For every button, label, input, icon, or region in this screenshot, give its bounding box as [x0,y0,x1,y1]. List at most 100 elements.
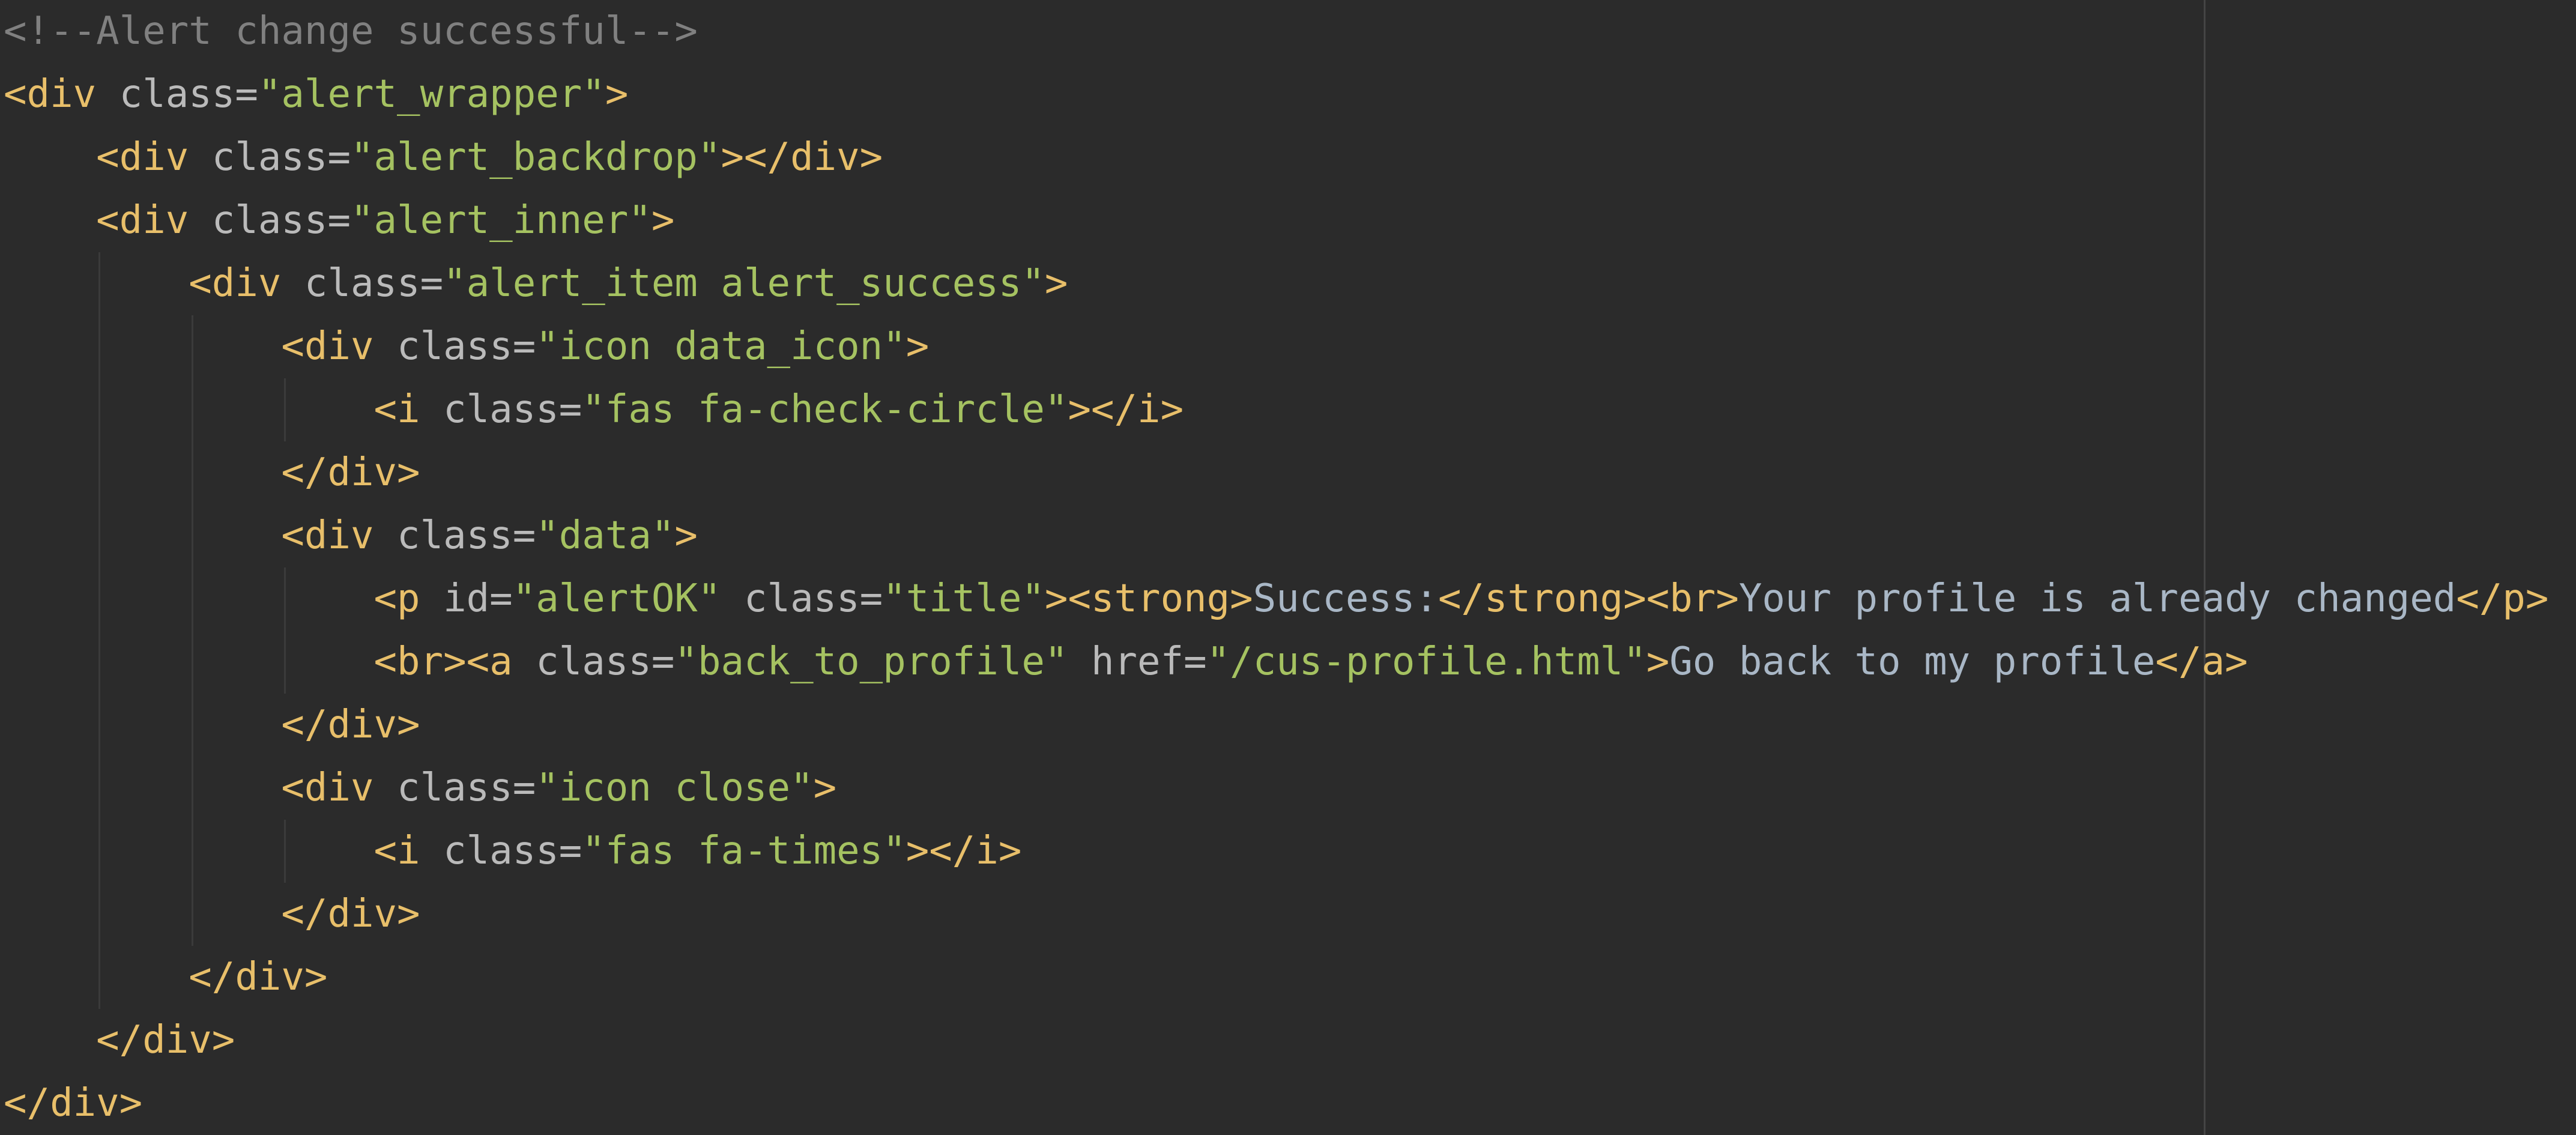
indent-guide [191,757,193,820]
code-token: "data" [536,513,675,558]
indent-guide [191,441,193,504]
code-token: class [397,513,513,558]
code-line[interactable]: <div class="alert_wrapper"> [4,63,2548,126]
code-token: </a> [2155,640,2248,684]
code-token: id [443,577,490,621]
code-token: class [536,640,652,684]
code-token: <i [373,829,420,873]
code-token: "alert_inner" [350,198,652,243]
code-token: class [443,829,559,873]
code-token: " [1206,640,1230,684]
code-token: Success: [1253,577,1438,621]
indent-guide [191,504,193,568]
code-editor[interactable]: <!--Alert change successful--> <div class… [0,0,2576,1135]
indent-guide [191,883,193,946]
code-line[interactable]: </div> [4,883,2548,946]
code-token: <i [373,387,420,432]
code-token: class [443,387,559,432]
code-line[interactable]: </div> [4,441,2548,504]
indent-guide [98,441,101,504]
code-line[interactable]: <i class="fas fa-times"></i> [4,820,2548,883]
code-token: "icon data_icon" [536,324,906,369]
code-token: <div [96,135,189,180]
code-token: = [512,324,536,369]
code-line[interactable]: <div class="icon close"> [4,757,2548,820]
code-token: <div [96,198,189,243]
indent-guide [98,378,101,441]
indent-guide [98,504,101,568]
code-token: class [211,135,328,180]
code-line[interactable]: <div class="icon data_icon"> [4,315,2548,378]
code-line[interactable]: <br><a class="back_to_profile" href="/cu… [4,631,2548,694]
code-line[interactable]: <div class="data"> [4,504,2548,568]
code-token: "title" [883,577,1045,621]
code-token: "alert_item alert_success" [443,261,1045,306]
code-token: = [512,766,536,810]
code-token: </div> [96,1018,235,1062]
code-token: /cus-profile.html [1230,640,1624,684]
code-token: <div [281,513,374,558]
indent-guide [98,694,101,757]
code-token: = [1184,640,1207,684]
code-token: > [674,513,698,558]
code-line[interactable]: <!--Alert change successful--> [4,0,2548,63]
code-line[interactable]: </div> [4,1009,2548,1072]
code-line[interactable]: </div> [4,694,2548,757]
code-line[interactable]: </div> [4,1072,2548,1135]
indent-guide [98,946,101,1009]
code-token: </div> [281,892,420,936]
code-token: = [420,261,444,306]
code-token: class [304,261,420,306]
indent-guide [191,315,193,378]
indent-guide [98,883,101,946]
code-token: class [211,198,328,243]
code-token: ><strong> [1044,577,1253,621]
code-token: <div [189,261,282,306]
code-token: = [859,577,883,621]
code-line[interactable]: </div> [4,946,2548,1009]
code-token: "alert_wrapper" [258,72,605,117]
code-token: class [397,766,513,810]
code-token: Go back to my profile [1669,640,2156,684]
code-token: </p> [2456,577,2549,621]
indent-guide [191,694,193,757]
code-line[interactable]: <div class="alert_backdrop"></div> [4,126,2548,189]
indent-guide [98,568,101,631]
indent-guide [191,378,193,441]
code-token: ></i> [906,829,1022,873]
code-line[interactable]: <i class="fas fa-check-circle"></i> [4,378,2548,441]
indent-guide [284,378,286,441]
code-token: class [119,72,235,117]
indent-guide [284,820,286,883]
code-token: class [744,577,860,621]
code-token: = [651,640,675,684]
code-token: "fas fa-check-circle" [582,387,1068,432]
code-line[interactable]: <div class="alert_inner"> [4,189,2548,252]
indent-guide [98,631,101,694]
code-token: <div [4,72,97,117]
code-token: = [489,577,513,621]
code-token: "icon close" [536,766,814,810]
code-token: > [605,72,629,117]
code-line[interactable]: <p id="alertOK" class="title"><strong>Su… [4,568,2548,631]
code-token: "alert_backdrop" [350,135,721,180]
code-token: <div [281,766,374,810]
code-token: "fas fa-times" [582,829,906,873]
code-area[interactable]: <!--Alert change successful--> <div class… [4,0,2548,1135]
indent-guide [191,631,193,694]
indent-guide [98,820,101,883]
code-line[interactable]: <div class="alert_item alert_success"> [4,252,2548,315]
